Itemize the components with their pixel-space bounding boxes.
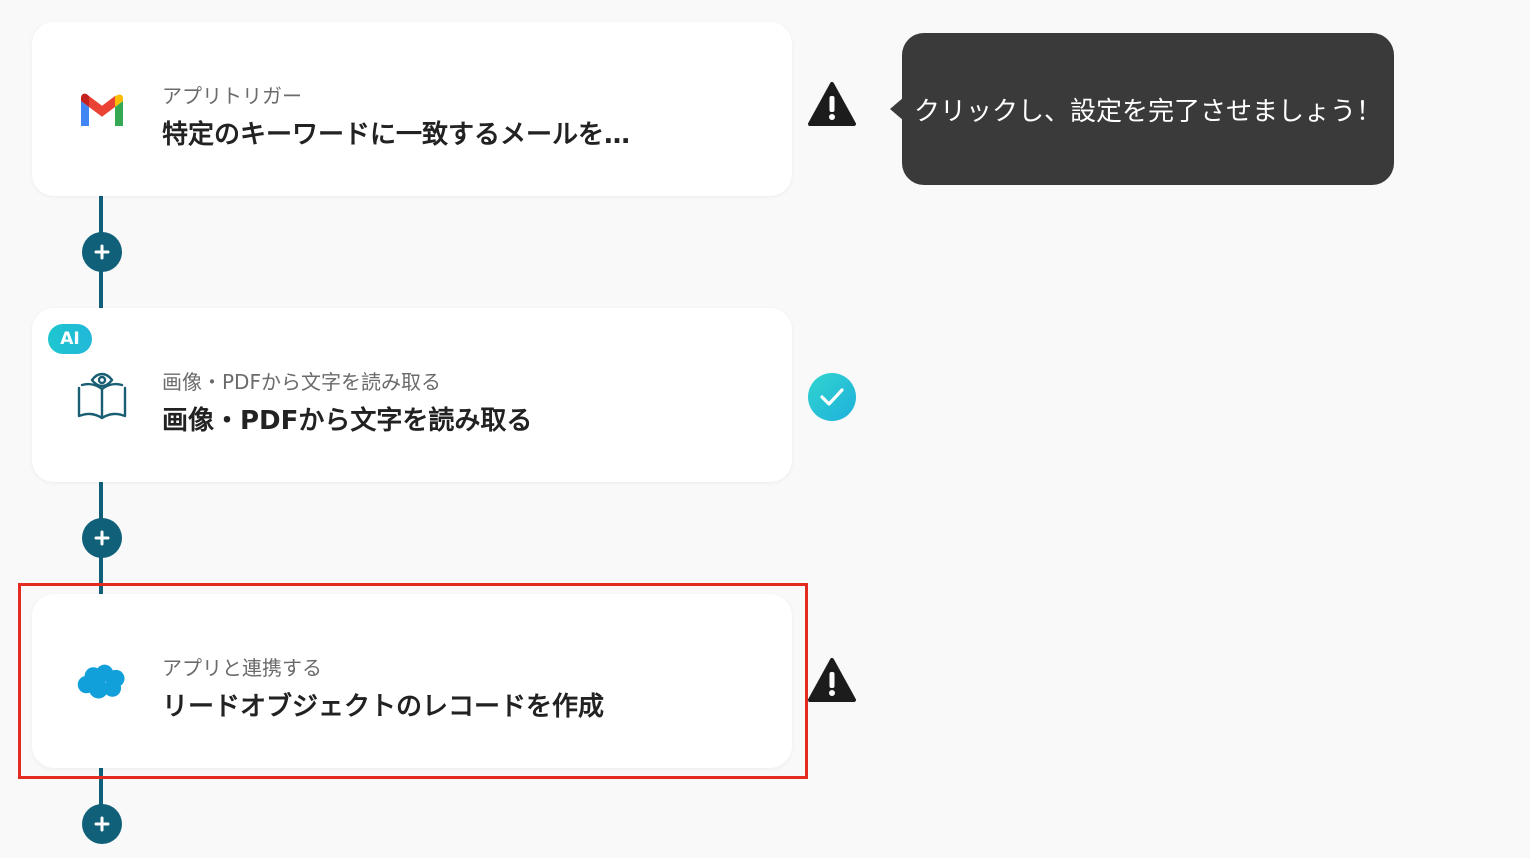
tooltip: クリックし、設定を完了させましょう！ <box>890 33 1394 185</box>
step-subtitle: アプリと連携する <box>162 656 322 680</box>
step-title: 画像・PDFから文字を読み取る <box>162 406 533 436</box>
add-step-button[interactable] <box>82 804 122 844</box>
salesforce-icon <box>76 656 128 708</box>
plus-icon <box>94 816 110 832</box>
plus-icon <box>94 244 110 260</box>
workflow-canvas: アプリトリガー 特定のキーワードに一致するメールを… AI 画像・PDFから文字… <box>0 0 1530 858</box>
plus-icon <box>94 530 110 546</box>
tooltip-text: クリックし、設定を完了させましょう！ <box>913 96 1382 127</box>
step-subtitle: アプリトリガー <box>162 84 302 108</box>
add-step-button[interactable] <box>82 232 122 272</box>
step-subtitle: 画像・PDFから文字を読み取る <box>162 370 441 394</box>
step-title: 特定のキーワードに一致するメールを… <box>162 120 631 150</box>
book-eye-icon <box>76 370 128 422</box>
step-card-salesforce[interactable]: アプリと連携する リードオブジェクトのレコードを作成 <box>32 594 792 768</box>
ai-badge: AI <box>48 324 92 354</box>
warning-icon[interactable] <box>807 656 857 706</box>
gmail-icon <box>76 84 128 136</box>
connector-line <box>99 768 103 808</box>
step-card-gmail-trigger[interactable]: アプリトリガー 特定のキーワードに一致するメールを… <box>32 22 792 196</box>
warning-icon[interactable] <box>807 80 857 130</box>
step-title: リードオブジェクトのレコードを作成 <box>162 692 605 722</box>
step-card-ai-ocr[interactable]: AI 画像・PDFから文字を読み取る 画像・PDFから文字を読み取る <box>32 308 792 482</box>
check-complete-icon[interactable] <box>807 372 857 422</box>
add-step-button[interactable] <box>82 518 122 558</box>
